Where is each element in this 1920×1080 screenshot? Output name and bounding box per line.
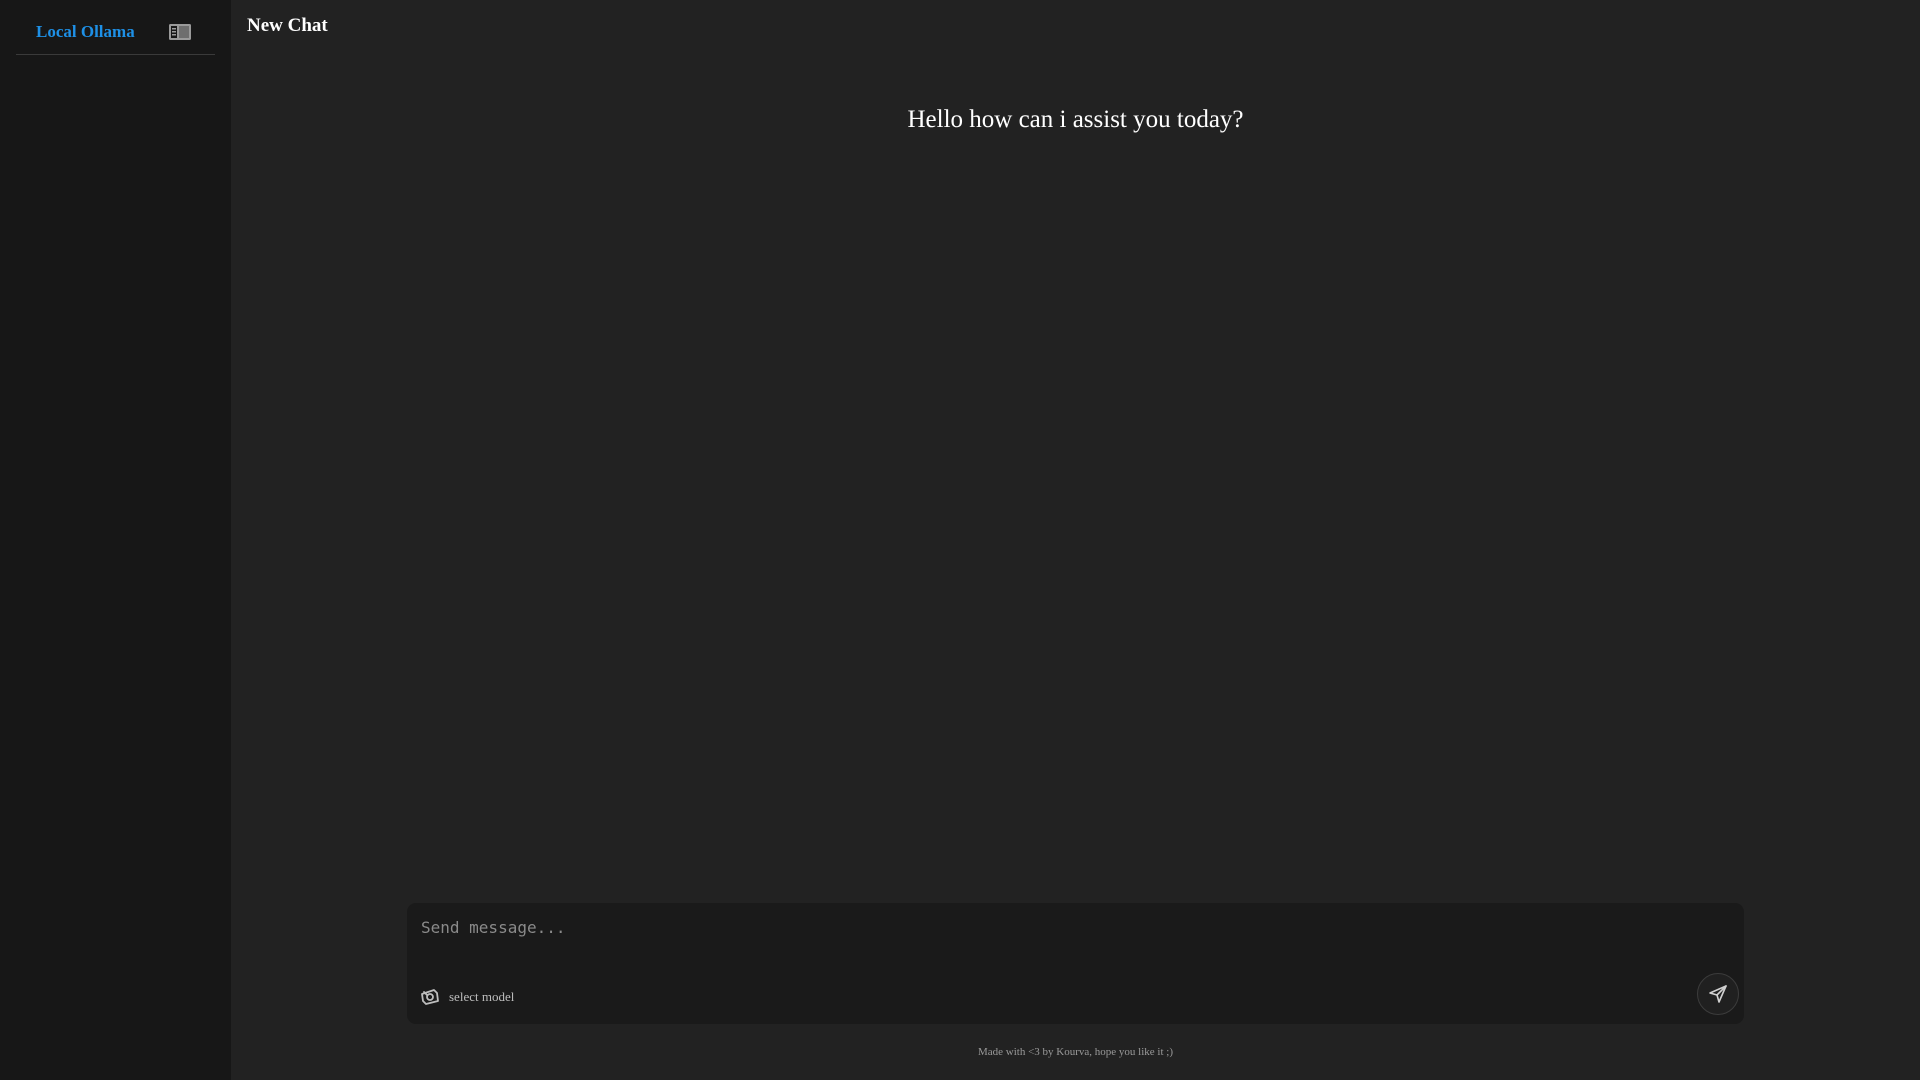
model-icon [421, 989, 439, 1005]
app-root: Local Ollama New Chat Hello how can i as… [0, 0, 1920, 1080]
model-select[interactable]: select model [419, 984, 514, 1010]
message-input[interactable] [407, 903, 1744, 963]
greeting-text: Hello how can i assist you today? [907, 106, 1244, 133]
footer-note: Made with <3 by Kourva, hope you like it… [977, 1046, 1173, 1058]
sidebar-toggle-icon [169, 24, 191, 40]
page-title: New Chat [247, 15, 328, 36]
send-button[interactable] [1697, 973, 1739, 1015]
model-select-label: select model [449, 989, 515, 1004]
brand-title[interactable]: Local Ollama [36, 21, 135, 43]
message-composer: select model [407, 903, 1744, 1024]
send-icon [1709, 985, 1727, 1003]
main-panel: New Chat Hello how can i assist you toda… [231, 0, 1920, 1080]
sidebar-toggle-button[interactable] [168, 22, 192, 42]
sidebar-header: Local Ollama [16, 0, 215, 55]
sidebar: Local Ollama [0, 0, 231, 1080]
